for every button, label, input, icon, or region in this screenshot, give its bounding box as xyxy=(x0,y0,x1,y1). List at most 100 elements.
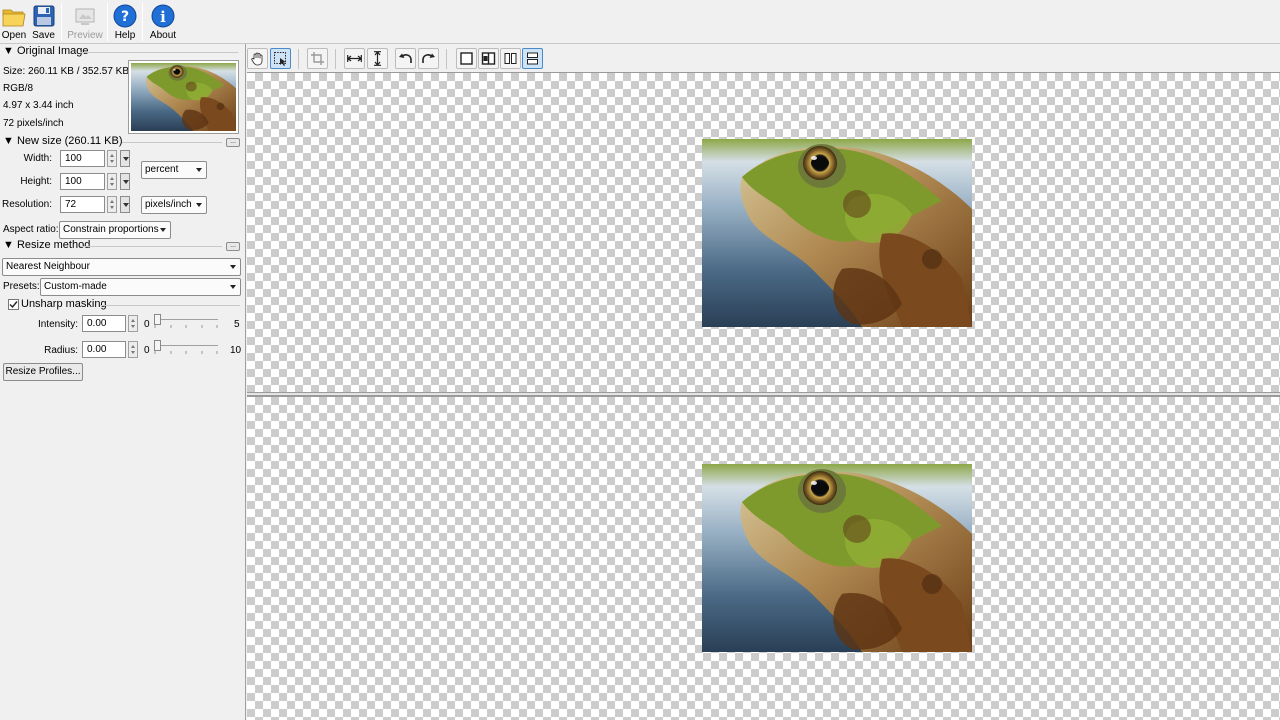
aspect-ratio-value: Constrain proportions xyxy=(63,224,159,235)
width-input[interactable] xyxy=(60,150,105,167)
size-unit-select[interactable]: percent xyxy=(141,161,207,179)
resolution-unit-value: pixels/inch xyxy=(145,199,192,210)
intensity-label: Intensity: xyxy=(37,319,78,330)
original-image-title: Original Image xyxy=(16,45,89,57)
presets-value: Custom-made xyxy=(44,281,107,292)
question-icon: ? xyxy=(113,4,137,28)
radius-max-label: 10 xyxy=(230,345,242,356)
color-mode-text: RGB/8 xyxy=(3,83,34,94)
hand-tool-button[interactable] xyxy=(247,48,268,69)
preview-label: Preview xyxy=(67,30,103,41)
split-horizontal-view-button[interactable] xyxy=(522,48,543,69)
original-thumbnail xyxy=(128,60,239,134)
resize-method-select[interactable]: Nearest Neighbour xyxy=(2,258,241,276)
open-button[interactable]: Open xyxy=(0,2,28,42)
radius-slider-ticks xyxy=(154,351,218,354)
intensity-input[interactable] xyxy=(82,315,126,332)
hand-icon xyxy=(251,52,263,66)
preview-button[interactable]: Preview xyxy=(66,2,104,42)
resolution-spinner[interactable] xyxy=(107,196,117,213)
aspect-ratio-select[interactable]: Constrain proportions xyxy=(59,221,171,239)
svg-text:?: ? xyxy=(121,9,129,25)
single-view-button[interactable] xyxy=(456,48,477,69)
about-label: About xyxy=(149,30,177,41)
frog-image-resized xyxy=(702,464,972,652)
image-toolbar-separator xyxy=(298,49,299,69)
height-input[interactable] xyxy=(60,173,105,190)
original-preview-pane[interactable] xyxy=(247,72,1280,392)
flip-horizontal-icon xyxy=(347,55,362,62)
resize-method-header[interactable]: ▼ Resize method xyxy=(3,239,90,253)
resolution-input[interactable] xyxy=(60,196,105,213)
intensity-max-label: 5 xyxy=(234,319,240,330)
help-label: Help xyxy=(114,30,136,41)
resize-profiles-button[interactable]: Resize Profiles... xyxy=(3,363,83,381)
dimensions-text: 4.97 x 3.44 inch xyxy=(3,100,74,111)
presets-label: Presets: xyxy=(3,281,40,292)
save-label: Save xyxy=(32,30,55,41)
chevron-down-icon xyxy=(230,285,236,289)
unsharp-masking-label: Unsharp masking xyxy=(21,298,107,310)
info-icon: i xyxy=(151,4,175,28)
check-icon xyxy=(9,301,18,309)
height-unit-dropdown-button[interactable] xyxy=(120,173,130,190)
radius-spinner[interactable] xyxy=(128,341,138,358)
split-mirror-view-button[interactable] xyxy=(478,48,499,69)
section-divider xyxy=(80,246,222,247)
resolution-label: Resolution: xyxy=(1,199,52,210)
original-image-header[interactable]: ▼ Original Image xyxy=(3,45,89,59)
flip-vertical-button[interactable] xyxy=(367,48,388,69)
presets-select[interactable]: Custom-made xyxy=(40,278,241,296)
resolution-unit-select[interactable]: pixels/inch xyxy=(141,196,207,214)
resolution-dropdown-button[interactable] xyxy=(120,196,130,213)
image-toolbar-separator xyxy=(335,49,336,69)
resize-method-value: Nearest Neighbour xyxy=(6,261,90,272)
select-icon xyxy=(274,52,286,66)
intensity-spinner[interactable] xyxy=(128,315,138,332)
width-spinner[interactable] xyxy=(107,150,117,167)
new-size-header[interactable]: ▼ New size (260.11 KB) xyxy=(3,135,123,149)
about-button[interactable]: i About xyxy=(146,2,180,42)
rotate-left-button[interactable] xyxy=(395,48,416,69)
resize-method-more-button[interactable]: ... xyxy=(226,242,240,251)
original-image-view[interactable] xyxy=(702,139,972,327)
resolution-text: 72 pixels/inch xyxy=(3,118,64,129)
settings-panel: ▼ Original Image Size: 260.11 KB / 352.5… xyxy=(0,44,246,720)
rotate-left-icon xyxy=(399,53,412,63)
intensity-slider[interactable] xyxy=(154,314,218,330)
width-unit-dropdown-button[interactable] xyxy=(120,150,130,167)
original-size-text: Size: 260.11 KB / 352.57 KB xyxy=(3,66,130,77)
save-button[interactable]: Save xyxy=(29,2,58,42)
section-divider xyxy=(100,305,240,306)
folder-icon xyxy=(2,9,26,27)
floppy-disk-icon xyxy=(33,5,54,27)
frog-thumbnail-image xyxy=(131,63,236,131)
radius-slider[interactable] xyxy=(154,340,218,356)
radius-input[interactable] xyxy=(82,341,126,358)
chevron-down-icon xyxy=(160,228,166,232)
frog-image xyxy=(702,139,972,327)
svg-text:i: i xyxy=(160,8,166,26)
radius-min-label: 0 xyxy=(144,345,150,356)
aspect-ratio-label: Aspect ratio: xyxy=(3,224,59,235)
result-preview-pane[interactable] xyxy=(247,396,1280,720)
crop-tool-button[interactable] xyxy=(307,48,328,69)
split-horizontal-view-icon xyxy=(527,52,538,65)
new-size-title: New size (260.11 KB) xyxy=(16,135,123,147)
intensity-slider-thumb[interactable] xyxy=(154,314,161,325)
rotate-right-button[interactable] xyxy=(418,48,439,69)
flip-horizontal-button[interactable] xyxy=(344,48,365,69)
radius-label: Radius: xyxy=(44,345,78,356)
radius-slider-thumb[interactable] xyxy=(154,340,161,351)
section-divider xyxy=(122,142,222,143)
resized-image-view[interactable] xyxy=(702,464,972,652)
help-button[interactable]: ? Help xyxy=(111,2,139,42)
new-size-more-button[interactable]: ... xyxy=(226,138,240,147)
height-spinner[interactable] xyxy=(107,173,117,190)
intensity-slider-track xyxy=(154,319,218,320)
toolbar-separator xyxy=(61,3,62,41)
select-tool-button[interactable] xyxy=(270,48,291,69)
unsharp-masking-checkbox[interactable] xyxy=(8,299,19,310)
split-vertical-view-button[interactable] xyxy=(500,48,521,69)
collapse-triangle-icon: ▼ xyxy=(3,45,14,57)
